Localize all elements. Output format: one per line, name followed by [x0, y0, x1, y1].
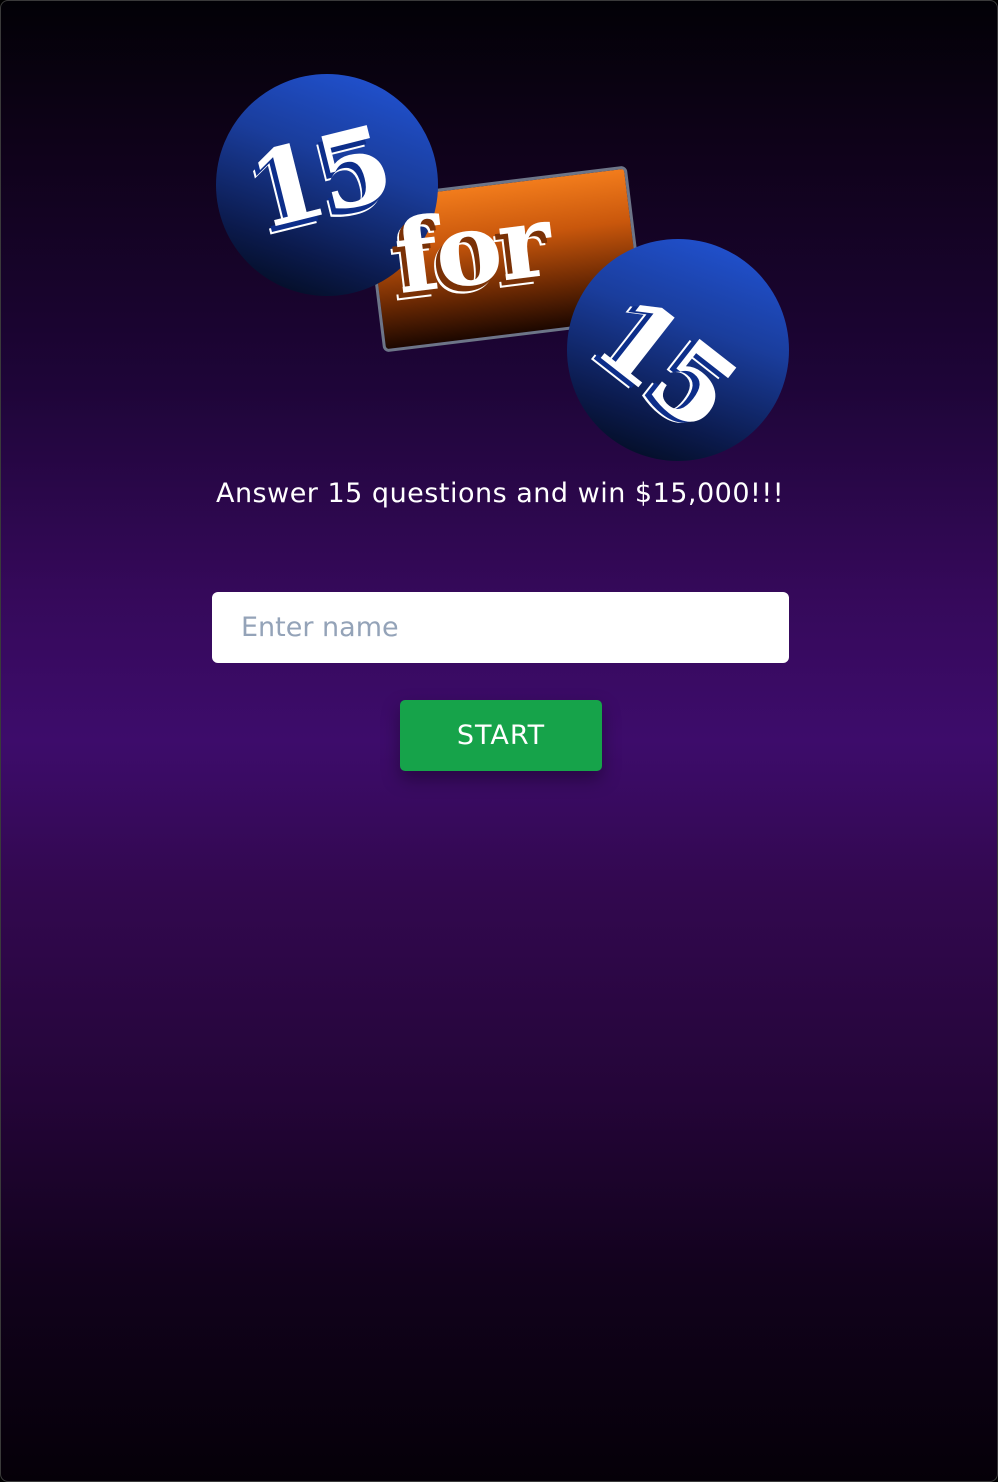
tagline: Answer 15 questions and win $15,000!!!	[215, 478, 785, 509]
logo-number-top: 15	[238, 101, 401, 254]
name-input[interactable]	[212, 592, 789, 663]
quiz-start-screen: 15 for 15 Answer 15 questions and win $1…	[0, 0, 998, 1482]
start-button[interactable]: START	[400, 700, 602, 771]
game-logo: 15 for 15	[1, 1, 997, 471]
logo-word-for: for	[388, 181, 556, 317]
